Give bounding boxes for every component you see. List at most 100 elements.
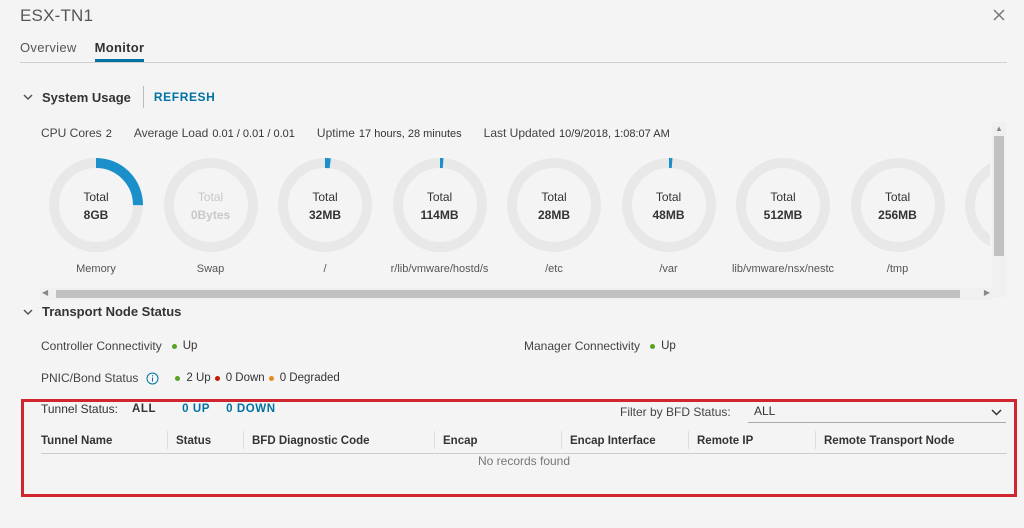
donut-label: Total xyxy=(655,190,682,204)
tunnel-filter-down[interactable]: 0 DOWN xyxy=(226,403,276,415)
donut-track xyxy=(965,163,990,247)
column-header-encap[interactable]: Encap xyxy=(435,431,562,449)
chevron-down-icon[interactable] xyxy=(991,407,1002,418)
scroll-up-icon[interactable]: ▲ xyxy=(995,124,1003,133)
pnic-bond-status-row: PNIC/Bond Status 2 Up 0 Down 0 Degraded xyxy=(41,371,340,385)
tab-monitor[interactable]: Monitor xyxy=(94,40,145,62)
column-header-bfd-diagnostic-code[interactable]: BFD Diagnostic Code xyxy=(244,431,435,449)
refresh-button[interactable]: REFRESH xyxy=(154,90,216,104)
vertical-scrollbar[interactable]: ▲ xyxy=(992,122,1006,297)
cpu-cores-stat: CPU Cores 2 xyxy=(41,126,112,140)
tunnel-filter-all[interactable]: ALL xyxy=(132,403,156,415)
donut-track xyxy=(163,158,258,252)
donut-label: Total xyxy=(83,190,109,204)
manager-connectivity-row: Manager Connectivity Up xyxy=(524,339,676,353)
donut-ring xyxy=(49,158,143,252)
scroll-left-icon[interactable]: ◀ xyxy=(42,288,48,297)
status-dot-degraded xyxy=(268,375,274,381)
donut-value: 0Bytes xyxy=(190,208,231,222)
column-header-tunnel-name[interactable]: Tunnel Name xyxy=(41,431,168,449)
donut-label: Total xyxy=(426,190,453,204)
donut-label: Total xyxy=(197,190,224,204)
donut-ring xyxy=(621,158,716,252)
donut-label: Total xyxy=(770,190,796,204)
usage-donut[interactable]: Total 256MB/tmp xyxy=(841,155,955,275)
donut-track xyxy=(392,158,487,252)
tunnel-status-label: Tunnel Status: xyxy=(41,402,118,416)
average-load-label: Average Load xyxy=(133,126,209,140)
tunnel-status-bar: Tunnel Status: ALL 0 UP 0 DOWN xyxy=(41,402,276,416)
system-usage-title: System Usage xyxy=(42,89,131,105)
status-dot-up xyxy=(171,343,177,349)
average-load-value: 0.01 / 0.01 / 0.01 xyxy=(212,128,295,140)
bfd-status-value: ALL xyxy=(754,404,776,418)
manager-connectivity-value: Up xyxy=(661,340,676,352)
horizontal-scroll-thumb[interactable] xyxy=(56,290,960,298)
system-usage-header: System Usage REFRESH xyxy=(22,86,215,108)
cpu-cores-value: 2 xyxy=(105,128,112,140)
donut-name: Swap xyxy=(196,263,225,275)
donut-name: /tmp xyxy=(886,263,909,275)
controller-connectivity-row: Controller Connectivity Up xyxy=(41,339,197,353)
pnic-degraded-value: 0 Degraded xyxy=(279,372,340,384)
column-header-encap-interface[interactable]: Encap Interface xyxy=(562,431,689,449)
chevron-down-icon[interactable] xyxy=(22,91,34,103)
uptime-label: Uptime xyxy=(316,126,355,140)
info-icon[interactable] xyxy=(146,372,159,385)
column-header-status[interactable]: Status xyxy=(168,431,244,449)
tunnel-table-header: Tunnel Name Status BFD Diagnostic Code E… xyxy=(41,428,1007,454)
controller-connectivity-label: Controller Connectivity xyxy=(41,339,162,353)
column-header-remote-transport-node[interactable]: Remote Transport Node xyxy=(816,431,1007,449)
donut-value: 512MB xyxy=(763,208,803,222)
donut-label: Total xyxy=(312,190,338,204)
donut-value: 48MB xyxy=(652,208,685,222)
donut-track xyxy=(278,158,372,252)
pnic-up-value: 2 Up xyxy=(186,372,211,384)
scroll-right-icon[interactable]: ▶ xyxy=(984,288,990,297)
usage-donut[interactable]: Total 28MB/etc xyxy=(497,155,611,275)
usage-donut[interactable]: Total 0Bytes Swap xyxy=(154,155,268,275)
column-header-remote-ip[interactable]: Remote IP xyxy=(689,431,816,449)
donut-track xyxy=(507,158,601,252)
tunnel-filter-up[interactable]: 0 UP xyxy=(182,403,210,415)
donut-ring xyxy=(392,158,487,252)
status-dot-up xyxy=(175,375,181,381)
vertical-scroll-thumb[interactable] xyxy=(994,136,1004,256)
transport-node-header: Transport Node Status xyxy=(22,304,181,319)
usage-donut[interactable]: Total 512MB lib/vmware/nsx/nestc xyxy=(726,155,840,275)
pnic-down-value: 0 Down xyxy=(225,372,265,384)
donut-name: /etc xyxy=(545,263,563,275)
tab-bar: Overview Monitor xyxy=(20,40,145,62)
last-updated-stat: Last Updated 10/9/2018, 1:08:07 AM xyxy=(484,126,670,140)
close-icon[interactable] xyxy=(990,6,1008,24)
donut-name: /var xyxy=(659,263,678,275)
donut-track xyxy=(736,158,830,252)
bfd-filter-label: Filter by BFD Status: xyxy=(620,405,731,419)
usage-donut[interactable]: Total 48MB/var xyxy=(612,155,726,275)
usage-donut[interactable]: Total 8GB Memory xyxy=(40,155,153,275)
transport-node-title: Transport Node Status xyxy=(42,304,182,319)
donut-name: r/lib/vmware/hostd/s xyxy=(390,263,489,275)
donut-track xyxy=(850,158,945,252)
horizontal-scrollbar[interactable]: ◀ ▶ xyxy=(40,288,992,300)
last-updated-value: 10/9/2018, 1:08:07 AM xyxy=(559,128,670,140)
header-separator xyxy=(142,86,144,108)
donut-name: lib/vmware/nsx/nestc xyxy=(731,263,835,275)
uptime-stat: Uptime 17 hours, 28 minutes xyxy=(317,126,462,140)
chevron-down-icon[interactable] xyxy=(22,306,34,318)
controller-connectivity-value: Up xyxy=(182,340,198,352)
donut-name: / xyxy=(323,263,327,275)
donut-value: 256MB xyxy=(878,208,917,222)
tabs-divider xyxy=(20,62,1007,63)
donut-ring xyxy=(736,158,830,252)
bfd-status-select[interactable]: ALL xyxy=(748,401,1006,423)
pnic-bond-status-label: PNIC/Bond Status xyxy=(41,371,139,385)
usage-donut[interactable]: /var xyxy=(955,155,990,275)
usage-donut[interactable]: Total 32MB / xyxy=(268,155,382,275)
donut-track xyxy=(621,158,716,252)
usage-donut[interactable]: Total 114MB r/lib/vmware/hostd/s xyxy=(383,155,497,275)
donut-label: Total xyxy=(541,190,567,204)
empty-table-message: No records found xyxy=(477,454,571,468)
tab-overview[interactable]: Overview xyxy=(20,40,77,62)
donut-ring xyxy=(850,158,945,252)
